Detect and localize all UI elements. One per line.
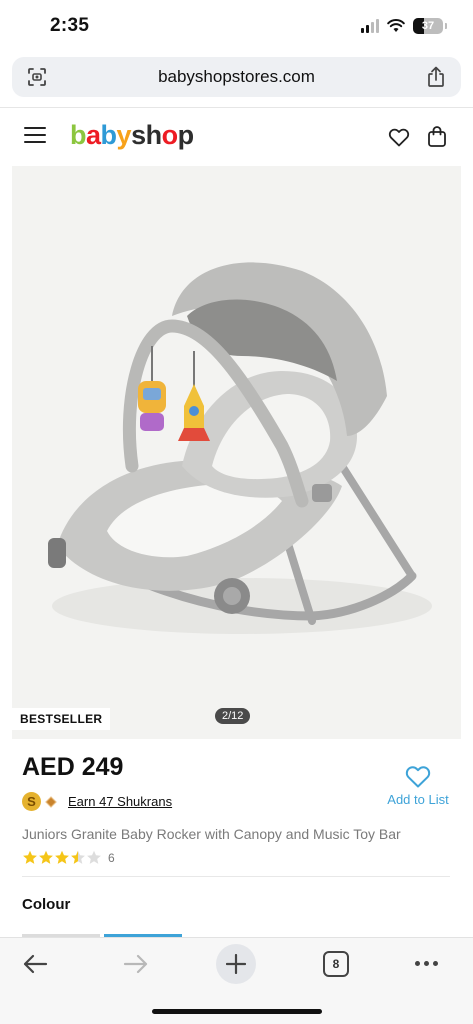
heart-outline-icon [405, 766, 431, 788]
logo-letter: b [100, 120, 118, 150]
logo-letter: p [177, 120, 195, 150]
add-to-list-button[interactable]: Add to List [378, 763, 458, 807]
shukrans-row[interactable]: S Earn 47 Shukrans [22, 792, 172, 811]
home-indicator [152, 1009, 322, 1014]
review-count: 6 [108, 850, 115, 865]
forward-arrow-icon[interactable] [123, 952, 149, 976]
rating-stars [22, 850, 102, 865]
product-price: AED 249 [22, 753, 124, 781]
star-icon [55, 850, 69, 864]
status-bar: 2:35 37 [0, 0, 473, 54]
star-icon [71, 850, 85, 864]
product-rating[interactable]: 6 [22, 850, 115, 865]
site-header: babyshop [0, 108, 473, 166]
product-image[interactable] [12, 166, 461, 739]
logo-letter: s [131, 120, 146, 150]
logo-letter: o [161, 120, 179, 150]
more-dots-icon[interactable] [415, 961, 438, 966]
share-icon[interactable] [425, 65, 447, 89]
status-icons: 37 [361, 18, 447, 34]
logo-letter: y [116, 120, 132, 150]
heart-icon[interactable] [387, 125, 411, 149]
shukrans-coin-icon: S [22, 792, 41, 811]
logo-letter: h [145, 120, 163, 150]
section-divider [22, 876, 450, 877]
hamburger-menu-icon[interactable] [24, 127, 46, 145]
bestseller-badge: BESTSELLER [12, 708, 111, 730]
colour-heading: Colour [22, 896, 71, 913]
baby-rocker-illustration [48, 262, 432, 634]
plus-icon [226, 954, 246, 974]
diamond-icon [45, 795, 57, 808]
star-icon [39, 850, 53, 864]
logo-letter: a [86, 120, 101, 150]
image-counter: 2/12 [215, 708, 251, 724]
wifi-icon [387, 19, 405, 32]
battery-level: 37 [421, 20, 435, 32]
shopping-bag-icon[interactable] [426, 124, 448, 148]
star-icon [87, 850, 101, 864]
tabs-button[interactable]: 8 [323, 951, 349, 977]
logo-letter: b [70, 120, 87, 150]
status-time: 2:35 [50, 15, 90, 36]
babyshop-logo[interactable]: babyshop [70, 120, 194, 151]
add-to-list-label: Add to List [387, 792, 449, 807]
battery-tip [445, 23, 447, 29]
battery-icon: 37 [413, 18, 443, 34]
signal-icon [361, 19, 379, 33]
star-icon [23, 850, 37, 864]
url-text[interactable]: babyshopstores.com [12, 67, 461, 87]
earn-shukrans-link[interactable]: Earn 47 Shukrans [68, 794, 172, 809]
product-name: Juniors Granite Baby Rocker with Canopy … [22, 826, 401, 842]
back-arrow-icon[interactable] [22, 952, 48, 976]
address-bar[interactable]: babyshopstores.com [12, 57, 461, 97]
new-tab-button[interactable] [216, 944, 256, 984]
